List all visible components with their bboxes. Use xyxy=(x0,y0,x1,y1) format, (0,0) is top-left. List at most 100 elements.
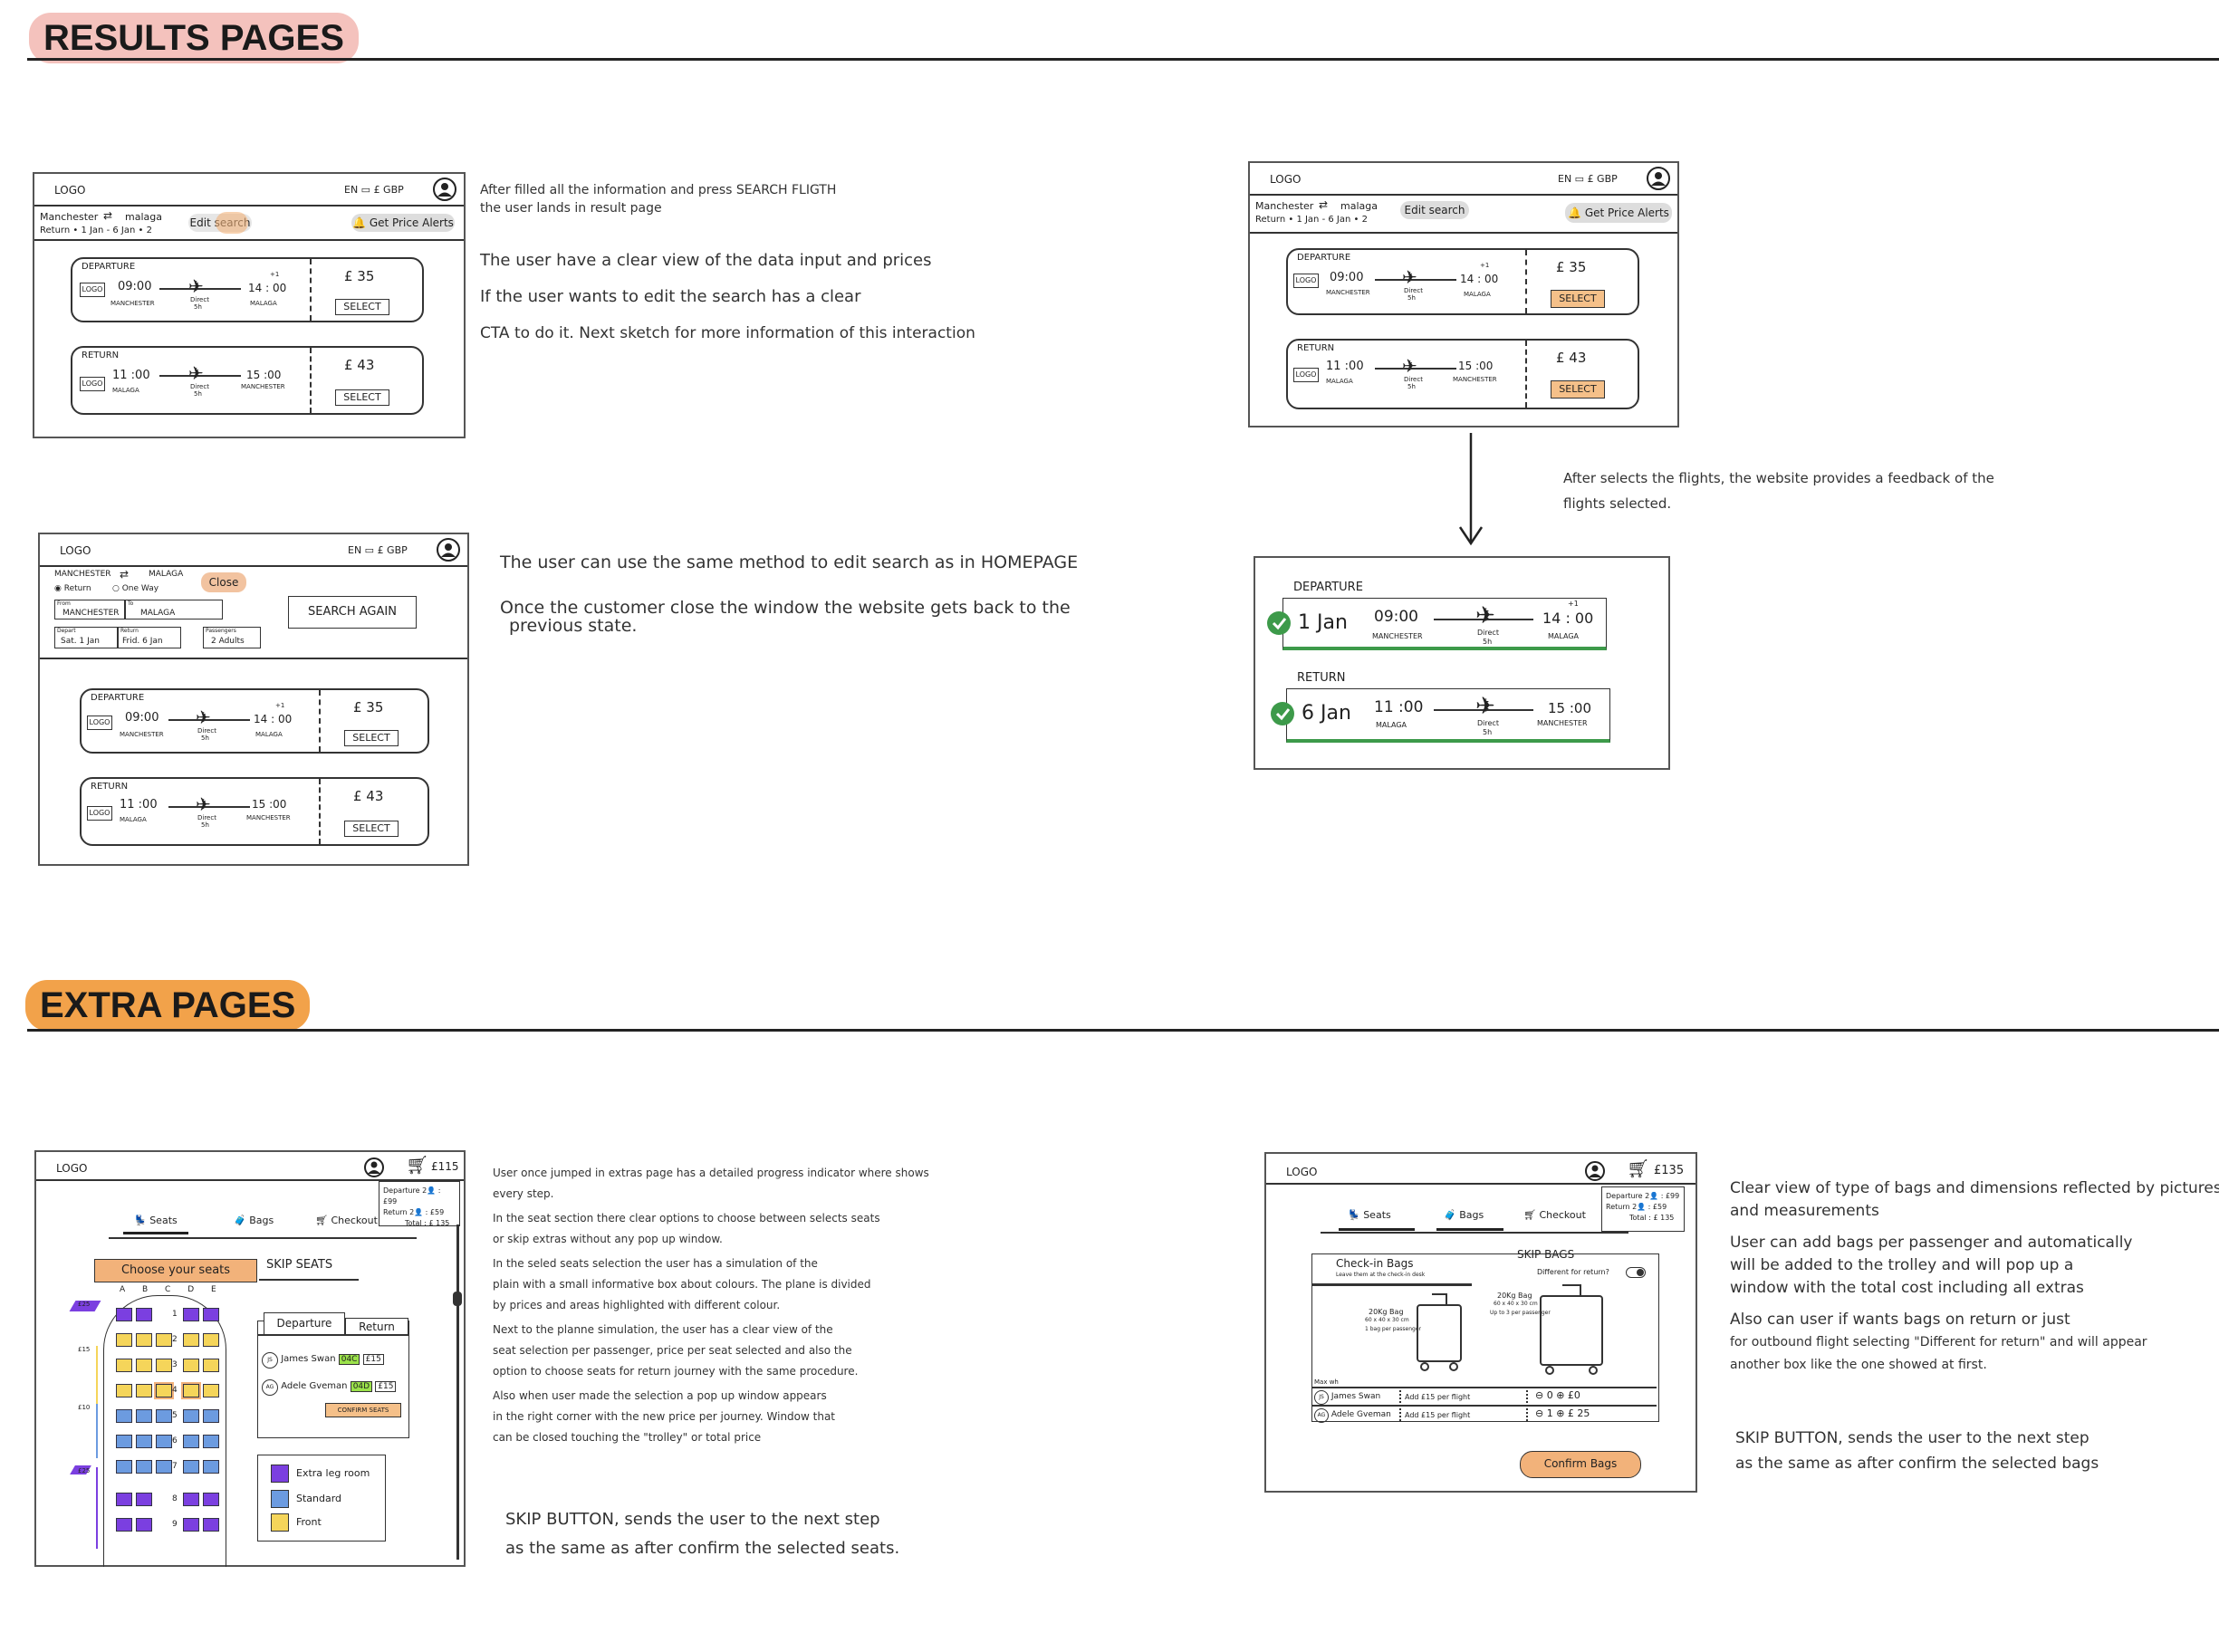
bag-passenger-row[interactable]: JS James Swan xyxy=(1314,1390,1380,1405)
return-time: 11 :00 xyxy=(112,369,150,382)
close-button[interactable]: Close xyxy=(201,572,246,592)
select-return-button[interactable]: SELECT xyxy=(344,821,399,837)
seat[interactable] xyxy=(203,1359,219,1372)
seat[interactable] xyxy=(116,1460,132,1474)
seat[interactable] xyxy=(116,1435,132,1448)
seat[interactable] xyxy=(203,1493,219,1506)
seat[interactable] xyxy=(136,1333,152,1347)
passengers-field[interactable]: Passengers 2 Adults xyxy=(203,627,261,648)
trolley-icon[interactable]: 🛒︎ xyxy=(406,1156,428,1174)
select-departure-button[interactable]: SELECT xyxy=(344,730,399,746)
total-price[interactable]: £115 xyxy=(431,1161,459,1172)
to-field[interactable]: To MALAGA xyxy=(125,600,223,620)
seat[interactable] xyxy=(116,1308,132,1321)
scrollbar-thumb[interactable] xyxy=(453,1292,462,1306)
seat[interactable] xyxy=(116,1384,132,1397)
seat[interactable] xyxy=(154,1382,174,1399)
seat[interactable] xyxy=(183,1435,199,1448)
seat[interactable] xyxy=(203,1409,219,1423)
user-icon[interactable] xyxy=(1585,1161,1607,1183)
tab-return[interactable]: Return xyxy=(345,1318,408,1336)
seat[interactable] xyxy=(203,1333,219,1347)
seat[interactable] xyxy=(183,1493,199,1506)
bag-counter[interactable]: ⊖ 1 ⊕ £ 25 xyxy=(1535,1408,1590,1418)
lang-currency[interactable]: EN ▭ £ GBP xyxy=(348,545,408,555)
seat[interactable] xyxy=(136,1435,152,1448)
seat[interactable] xyxy=(203,1518,219,1532)
edit-search-button[interactable]: Edit search xyxy=(1400,201,1469,219)
select-return-button-selected[interactable]: SELECT xyxy=(1551,380,1605,399)
radio-one-way[interactable]: ○ One Way xyxy=(112,585,158,593)
user-icon[interactable] xyxy=(437,538,462,563)
confirm-bags-button[interactable]: Confirm Bags xyxy=(1520,1451,1641,1478)
plane-icon: ✈ xyxy=(1475,693,1495,720)
price-alerts-button[interactable]: 🔔 Get Price Alerts xyxy=(351,214,455,232)
trolley-icon[interactable]: 🛒︎ xyxy=(1627,1159,1649,1177)
seat[interactable] xyxy=(183,1518,199,1532)
total-price[interactable]: £135 xyxy=(1654,1165,1684,1177)
seat[interactable] xyxy=(183,1409,199,1423)
price-alerts-button[interactable]: 🔔 Get Price Alerts xyxy=(1565,203,1672,223)
seat[interactable] xyxy=(136,1359,152,1372)
bag-passenger-row[interactable]: AG Adele Gveman xyxy=(1314,1408,1391,1423)
tab-checkout[interactable]: 🛒︎ Checkout xyxy=(315,1215,378,1225)
select-departure-button-selected[interactable]: SELECT xyxy=(1551,290,1605,308)
confirm-seats-button[interactable]: CONFIRM SEATS xyxy=(325,1403,401,1417)
seat[interactable] xyxy=(181,1382,201,1399)
seat[interactable] xyxy=(116,1493,132,1506)
return-date-field[interactable]: Return Frid. 6 Jan xyxy=(118,627,181,648)
lang-currency[interactable]: EN ▭ £ GBP xyxy=(344,185,404,195)
scrollbar[interactable] xyxy=(456,1225,459,1560)
seat[interactable] xyxy=(116,1518,132,1532)
seat[interactable] xyxy=(203,1460,219,1474)
seat[interactable] xyxy=(183,1359,199,1372)
seat[interactable] xyxy=(156,1435,172,1448)
depart-date-field[interactable]: Depart Sat. 1 Jan xyxy=(54,627,118,648)
seat[interactable] xyxy=(203,1384,219,1397)
seat[interactable] xyxy=(136,1308,152,1321)
seat[interactable] xyxy=(203,1308,219,1321)
seat[interactable] xyxy=(136,1384,152,1397)
select-departure-button[interactable]: SELECT xyxy=(335,299,389,315)
lang-currency[interactable]: EN ▭ £ GBP xyxy=(1558,174,1618,184)
radio-return[interactable]: ◉ Return xyxy=(54,585,91,593)
skip-seats-button[interactable]: SKIP SEATS xyxy=(266,1259,332,1271)
seat[interactable] xyxy=(183,1333,199,1347)
from-field[interactable]: From MANCHESTER xyxy=(54,600,125,620)
seat[interactable] xyxy=(156,1460,172,1474)
seat[interactable] xyxy=(183,1308,199,1321)
plane-icon: ✈ xyxy=(1402,355,1417,377)
tab-seats[interactable]: 💺 Seats xyxy=(134,1215,178,1225)
seat[interactable] xyxy=(183,1460,199,1474)
tab-checkout[interactable]: 🛒︎ Checkout xyxy=(1523,1210,1586,1220)
select-return-button[interactable]: SELECT xyxy=(335,389,389,406)
seat[interactable] xyxy=(136,1518,152,1532)
user-icon[interactable] xyxy=(433,178,458,203)
return-date: 6 Jan xyxy=(1302,702,1351,725)
seat[interactable] xyxy=(203,1435,219,1448)
tab-bags[interactable]: 🧳 Bags xyxy=(234,1215,274,1225)
seat[interactable] xyxy=(136,1409,152,1423)
logo: LOGO xyxy=(1286,1166,1318,1178)
seat[interactable] xyxy=(116,1359,132,1372)
passenger-row[interactable]: AG Adele Gveman 04D £15 xyxy=(262,1379,407,1397)
seat[interactable] xyxy=(156,1409,172,1423)
user-icon[interactable] xyxy=(1647,167,1672,192)
search-again-button[interactable]: SEARCH AGAIN xyxy=(288,596,417,629)
tab-departure[interactable]: Departure xyxy=(264,1312,345,1334)
seat[interactable] xyxy=(156,1359,172,1372)
seat[interactable] xyxy=(156,1333,172,1347)
bag-counter[interactable]: ⊖ 0 ⊕ £0 xyxy=(1535,1390,1580,1400)
user-icon[interactable] xyxy=(364,1157,386,1179)
seat[interactable] xyxy=(116,1333,132,1347)
passenger-row[interactable]: JS James Swan 04C £15 xyxy=(262,1352,407,1370)
different-for-return-toggle[interactable] xyxy=(1626,1267,1646,1278)
choose-seats-button[interactable]: Choose your seats xyxy=(94,1259,257,1282)
seat-map[interactable]: 1 2 3 4 5 6 7 8 9 xyxy=(116,1308,234,1561)
tab-seats[interactable]: 💺 Seats xyxy=(1348,1210,1391,1220)
seat[interactable] xyxy=(136,1493,152,1506)
tab-bags[interactable]: 🧳 Bags xyxy=(1444,1210,1484,1220)
seat[interactable] xyxy=(116,1409,132,1423)
seat[interactable] xyxy=(136,1460,152,1474)
skip-bags-button[interactable]: SKIP BAGS xyxy=(1517,1249,1574,1260)
